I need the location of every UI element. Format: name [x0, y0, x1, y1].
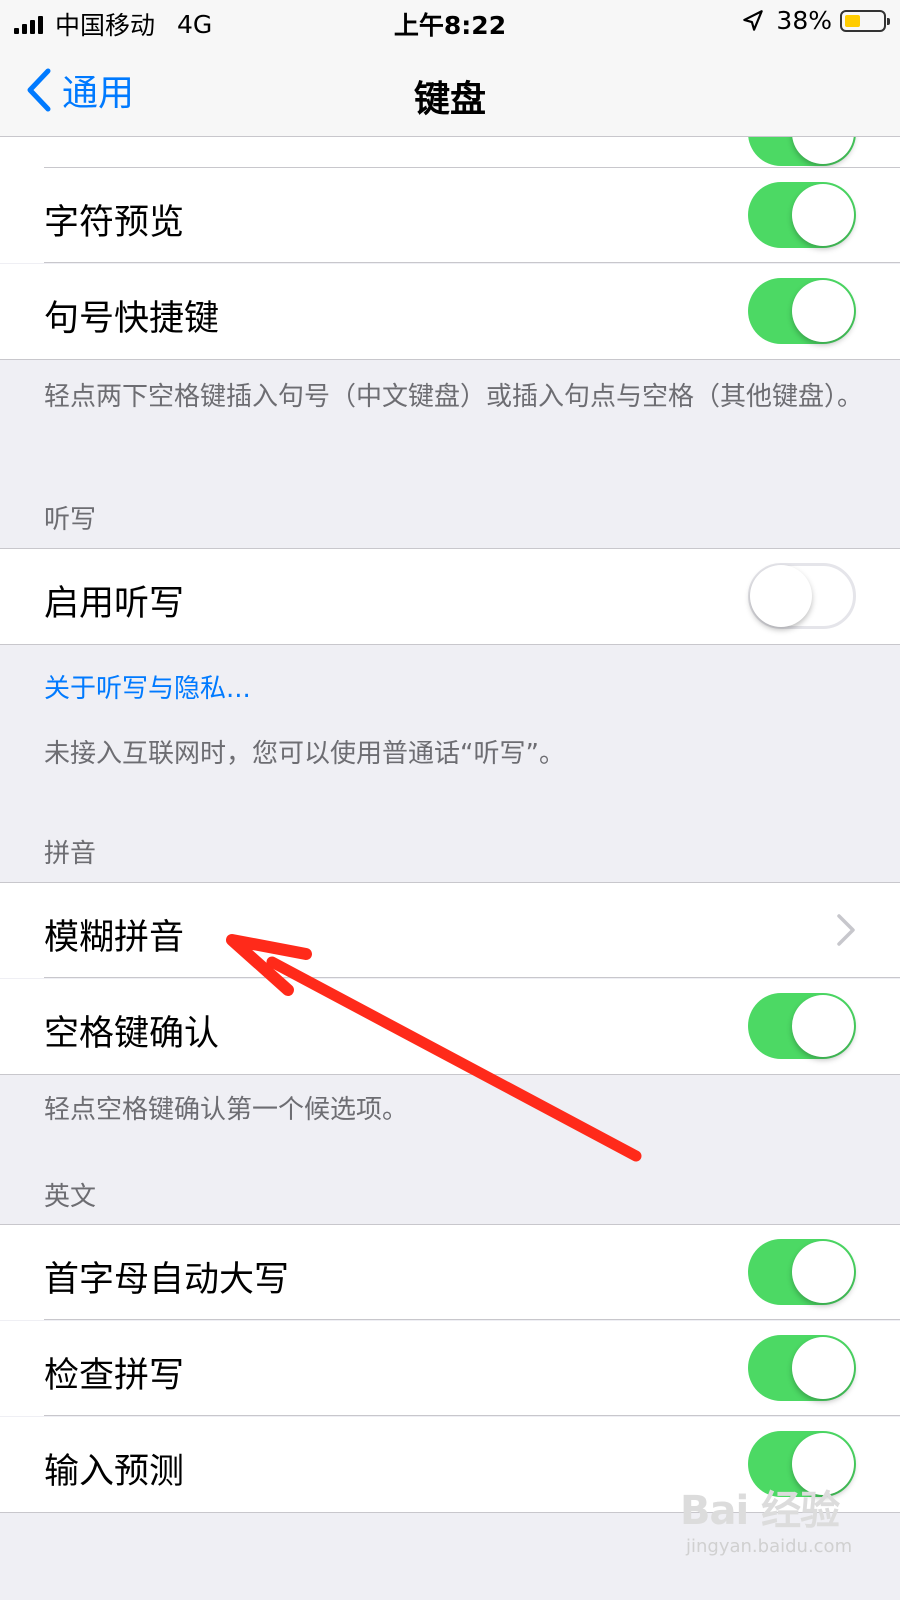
fuzzy-pinyin-row[interactable]: 模糊拼音	[0, 883, 900, 978]
spell-check-label: 检查拼写	[44, 1356, 185, 1396]
char-preview-toggle[interactable]	[748, 182, 856, 248]
char-preview-row[interactable]: 字符预览	[0, 168, 900, 263]
enable-dictation-toggle[interactable]	[748, 563, 856, 629]
battery-icon	[840, 9, 890, 32]
english-header: 英文	[44, 1182, 97, 1212]
watermark-url: jingyan.baidu.com	[686, 1536, 853, 1557]
navigation-bar: 通用 键盘	[0, 44, 900, 137]
period-shortcut-label: 句号快捷键	[44, 299, 220, 339]
battery-percent: 38%	[776, 6, 832, 35]
space-confirm-footer: 轻点空格键确认第一个候选项。	[44, 1095, 409, 1125]
space-confirm-row[interactable]: 空格键确认	[0, 979, 900, 1074]
chevron-right-icon	[837, 914, 855, 946]
fuzzy-pinyin-label: 模糊拼音	[44, 918, 185, 958]
space-confirm-label: 空格键确认	[44, 1014, 220, 1054]
auto-capitalize-label: 首字母自动大写	[44, 1260, 290, 1300]
space-confirm-toggle[interactable]	[748, 993, 856, 1059]
period-shortcut-toggle[interactable]	[748, 278, 856, 344]
char-preview-label: 字符预览	[44, 203, 185, 243]
enable-dictation-row[interactable]: 启用听写	[0, 549, 900, 644]
auto-capitalize-toggle[interactable]	[748, 1239, 856, 1305]
baidu-watermark: Bai 经验 jingyan.baidu.com	[680, 1478, 852, 1557]
status-bar: 中国移动 4G 上午8:22 38%	[0, 0, 900, 44]
status-right: 38%	[740, 6, 890, 35]
predictive-label: 输入预测	[44, 1452, 185, 1492]
watermark-logo: Bai 经验	[680, 1488, 840, 1534]
dictation-footer: 未接入互联网时，您可以使用普通话“听写”。	[44, 739, 565, 769]
spell-check-row[interactable]: 检查拼写	[0, 1321, 900, 1416]
auto-capitalize-row[interactable]: 首字母自动大写	[0, 1225, 900, 1320]
spell-check-toggle[interactable]	[748, 1335, 856, 1401]
dictation-header: 听写	[44, 505, 97, 535]
period-shortcut-footer: 轻点两下空格键插入句号（中文键盘）或插入句点与空格（其他键盘）。	[44, 382, 864, 412]
page-title: 键盘	[413, 79, 486, 120]
dictation-privacy-link[interactable]: 关于听写与隐私...	[44, 668, 251, 705]
location-arrow-icon	[743, 9, 764, 31]
pinyin-header: 拼音	[44, 839, 97, 869]
enable-dictation-label: 启用听写	[44, 584, 185, 624]
period-shortcut-row[interactable]: 句号快捷键	[0, 264, 900, 359]
battery-fill	[845, 14, 860, 27]
